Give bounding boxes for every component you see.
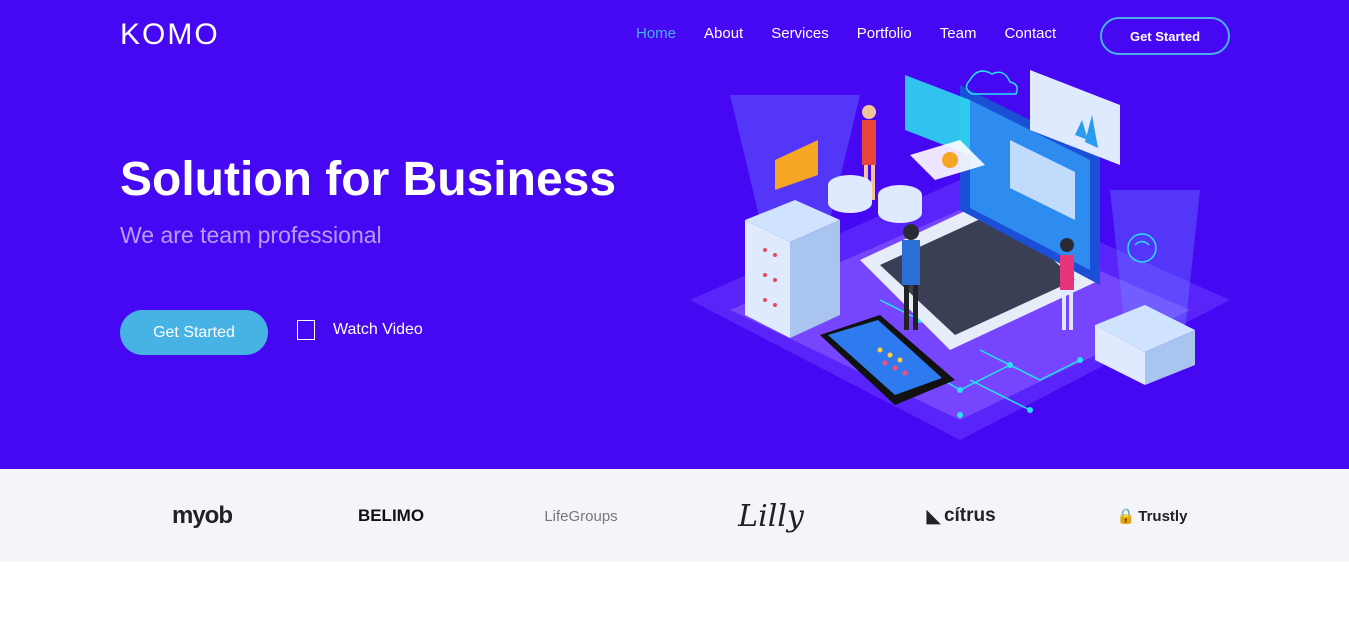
play-icon: [297, 320, 315, 340]
client-logo-citrus: ◣ cítrus: [922, 499, 1000, 533]
server-left-icon: [745, 200, 840, 338]
hero-subtitle: We are team professional: [120, 222, 382, 248]
client-logo-belimo: BELIMO: [357, 506, 425, 525]
nav-contact[interactable]: Contact: [1004, 25, 1056, 42]
nav-portfolio[interactable]: Portfolio: [857, 25, 912, 42]
client-logo-lilly: Lilly: [738, 498, 804, 534]
trustly-label: Trustly: [1138, 507, 1188, 525]
main-nav: Home About Services Portfolio Team Conta…: [636, 25, 1084, 42]
nav-home[interactable]: Home: [636, 25, 676, 42]
hero-section: KOMO Home About Services Portfolio Team …: [0, 0, 1349, 469]
site-logo[interactable]: KOMO: [120, 18, 220, 52]
client-logo-myob: myob: [171, 502, 233, 529]
get-started-button[interactable]: Get Started: [120, 310, 268, 355]
lock-icon: 🔒: [1116, 508, 1136, 525]
watch-video-link[interactable]: Watch Video: [297, 320, 423, 340]
hero-title: Solution for Business: [120, 153, 617, 206]
header-get-started-button[interactable]: Get Started: [1100, 17, 1230, 55]
citrus-label: cítrus: [943, 505, 996, 526]
nav-about[interactable]: About: [704, 25, 743, 42]
client-logo-trustly: 🔒 Trustly: [1113, 499, 1191, 533]
nav-services[interactable]: Services: [771, 25, 829, 42]
clients-section: myob BELIMO LifeGroups Lilly ◣ cítrus 🔒 …: [0, 469, 1349, 562]
nav-team[interactable]: Team: [940, 25, 977, 42]
hero-illustration: [690, 70, 1230, 440]
citrus-icon: ◣: [926, 505, 941, 527]
client-logo-lifegroups: LifeGroups: [544, 507, 618, 525]
watch-video-label: Watch Video: [333, 321, 423, 338]
